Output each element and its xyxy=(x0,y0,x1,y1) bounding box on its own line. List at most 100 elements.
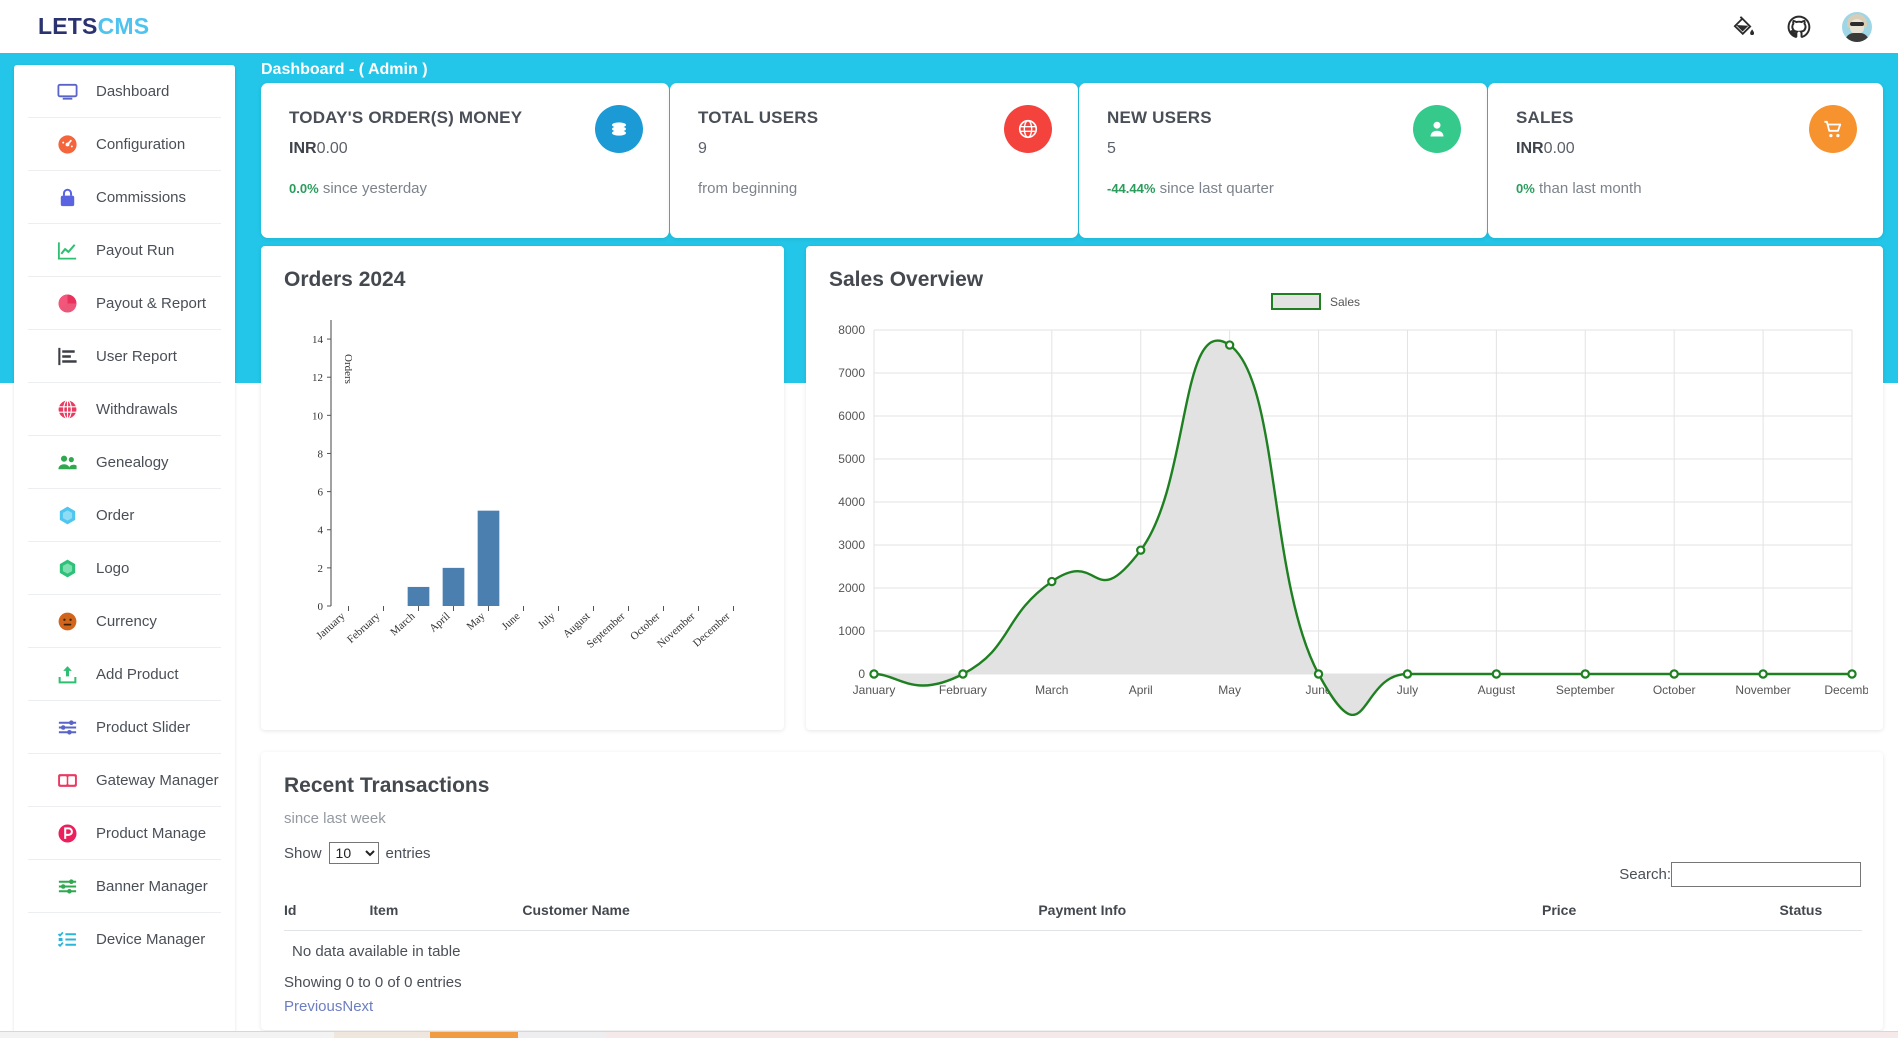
svg-text:November: November xyxy=(1735,683,1790,697)
stat-card-todays-order-money[interactable]: TODAY'S ORDER(S) MONEY INR0.00 0.0% sinc… xyxy=(261,83,669,238)
stat-card-footer: -44.44% since last quarter xyxy=(1107,180,1274,197)
bar-report-icon xyxy=(54,343,80,369)
sidebar-item-add-product[interactable]: Add Product xyxy=(28,648,221,701)
avatar-glasses xyxy=(1850,22,1864,26)
cart-icon xyxy=(1809,105,1857,153)
coin-face-icon xyxy=(54,608,80,634)
sidebar-item-product-manage[interactable]: Product Manage xyxy=(28,807,221,860)
sidebar-item-commissions[interactable]: Commissions xyxy=(28,171,221,224)
sidebar-item-gateway-manager[interactable]: Gateway Manager xyxy=(28,754,221,807)
entries-per-page-select[interactable]: 102550100 xyxy=(329,842,379,864)
brand-logo-part1: LETS xyxy=(38,13,98,39)
sidebar-item-configuration[interactable]: Configuration xyxy=(28,118,221,171)
svg-text:Orders: Orders xyxy=(342,354,354,384)
sidebar-item-withdrawals[interactable]: Withdrawals xyxy=(28,383,221,436)
globe-icon xyxy=(1004,105,1052,153)
search-input[interactable] xyxy=(1671,862,1861,887)
stat-card-currency: INR xyxy=(289,140,317,157)
sidebar-item-banner-manager[interactable]: Banner Manager xyxy=(28,860,221,913)
svg-text:April: April xyxy=(1129,683,1153,697)
sidebar-item-dashboard[interactable]: Dashboard xyxy=(28,65,221,118)
avatar[interactable] xyxy=(1842,12,1872,42)
stat-card-value: INR0.00 xyxy=(1516,140,1575,158)
stat-card-total-users[interactable]: TOTAL USERS 9 from beginning xyxy=(670,83,1078,238)
os-taskbar xyxy=(0,1031,1898,1038)
svg-text:8: 8 xyxy=(318,448,324,460)
paint-bucket-icon[interactable] xyxy=(1730,14,1756,40)
top-navbar: LETSCMS xyxy=(0,0,1898,53)
search-control: Search: xyxy=(1619,862,1861,887)
stat-card-amount: 0.00 xyxy=(1544,140,1575,157)
stat-card-delta: 0.0% xyxy=(289,181,319,196)
sidebar-item-payout-run[interactable]: Payout Run xyxy=(28,224,221,277)
svg-text:January: January xyxy=(314,610,348,642)
table-column-header[interactable]: Status xyxy=(1659,902,1862,931)
hexagon-blue-icon xyxy=(54,502,80,528)
transactions-subtitle: since last week xyxy=(284,810,386,827)
table-column-header[interactable]: Id xyxy=(284,902,299,931)
sidebar-item-genealogy[interactable]: Genealogy xyxy=(28,436,221,489)
gauge-icon xyxy=(54,131,80,157)
svg-text:3000: 3000 xyxy=(838,538,865,552)
table-column-header[interactable]: Item xyxy=(299,902,422,931)
stat-card-sales[interactable]: SALES INR0.00 0% than last month xyxy=(1488,83,1883,238)
table-column-header[interactable]: Customer Name xyxy=(422,902,680,931)
hexagon-green-icon xyxy=(54,555,80,581)
stat-card-amount: 0.00 xyxy=(317,140,348,157)
sidebar-item-order[interactable]: Order xyxy=(28,489,221,542)
svg-text:4000: 4000 xyxy=(838,495,865,509)
sidebar-item-label: Gateway Manager xyxy=(96,772,219,789)
transactions-title: Recent Transactions xyxy=(284,774,489,798)
sidebar-item-currency[interactable]: Currency xyxy=(28,595,221,648)
entries-label: entries xyxy=(386,845,431,862)
stat-card-delta: -44.44% xyxy=(1107,181,1155,196)
sidebar-item-label: Product Manage xyxy=(96,825,206,842)
github-icon[interactable] xyxy=(1786,14,1812,40)
svg-text:December: December xyxy=(1824,683,1868,697)
avatar-face xyxy=(1850,19,1864,34)
table-info: Showing 0 to 0 of 0 entries xyxy=(284,974,462,991)
sidebar-item-label: Logo xyxy=(96,560,129,577)
sidebar-item-product-slider[interactable]: Product Slider xyxy=(28,701,221,754)
sidebar-item-logo[interactable]: Logo xyxy=(28,542,221,595)
table-column-header[interactable]: Price xyxy=(1235,902,1659,931)
svg-text:August: August xyxy=(1478,683,1516,697)
pagination-next[interactable]: Next xyxy=(342,998,373,1015)
svg-text:12: 12 xyxy=(312,372,323,384)
sidebar-item-device-manager[interactable]: Device Manager xyxy=(28,913,221,966)
table-pagination: PreviousNext xyxy=(284,998,373,1015)
orders-chart-panel: Orders 2024 02468101214OrdersJanuaryFebr… xyxy=(261,246,784,730)
taskbar-segment-active xyxy=(430,1032,518,1038)
globe-icon xyxy=(54,396,80,422)
card-icon xyxy=(54,767,80,793)
sidebar-item-payout-report[interactable]: Payout & Report xyxy=(28,277,221,330)
svg-text:Sales: Sales xyxy=(1330,295,1360,309)
stat-card-period: since last quarter xyxy=(1160,180,1274,197)
sidebar-item-label: Order xyxy=(96,507,134,524)
table-header-row: IdItemCustomer NamePayment InfoPriceStat… xyxy=(284,902,1862,931)
stat-card-title: TODAY'S ORDER(S) MONEY xyxy=(289,108,522,128)
svg-text:February: February xyxy=(939,683,987,697)
sidebar-item-label: Withdrawals xyxy=(96,401,178,418)
brand-logo-part2: CMS xyxy=(98,13,150,39)
svg-text:14: 14 xyxy=(312,334,324,346)
show-label: Show xyxy=(284,845,322,862)
svg-text:July: July xyxy=(1397,683,1418,697)
svg-text:6: 6 xyxy=(318,487,324,499)
table-column-header[interactable]: Payment Info xyxy=(680,902,1235,931)
svg-text:6000: 6000 xyxy=(838,409,865,423)
sidebar-item-user-report[interactable]: User Report xyxy=(28,330,221,383)
svg-text:1000: 1000 xyxy=(838,624,865,638)
upload-icon xyxy=(54,661,80,687)
pie-chart-icon xyxy=(54,290,80,316)
sidebar-item-label: Add Product xyxy=(96,666,179,683)
sliders-icon xyxy=(54,714,80,740)
taskbar-segment xyxy=(606,1032,1898,1038)
sidebar-item-label: Dashboard xyxy=(96,83,169,100)
stat-card-new-users[interactable]: NEW USERS 5 -44.44% since last quarter xyxy=(1079,83,1487,238)
svg-text:2000: 2000 xyxy=(838,581,865,595)
sliders-green-icon xyxy=(54,873,80,899)
entries-control: Show 102550100 entries xyxy=(284,842,431,864)
pagination-previous[interactable]: Previous xyxy=(284,998,342,1015)
brand-logo[interactable]: LETSCMS xyxy=(38,13,149,40)
